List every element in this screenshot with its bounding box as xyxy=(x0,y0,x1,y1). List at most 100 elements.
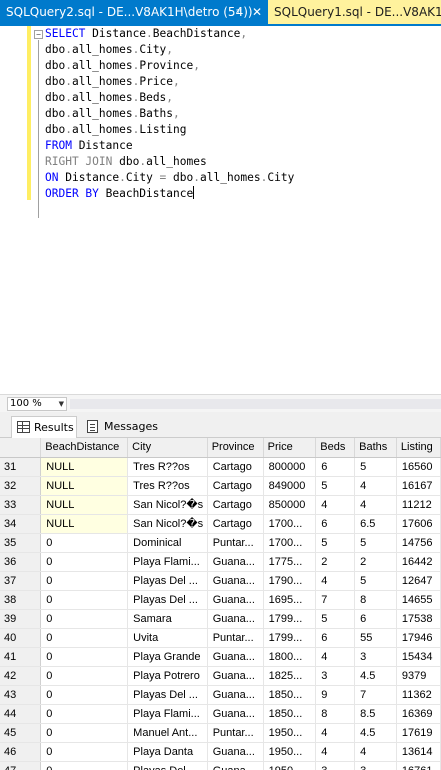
table-cell[interactable]: NULL xyxy=(40,514,129,534)
table-cell[interactable]: Playas Del ... xyxy=(127,761,208,770)
table-cell[interactable]: 849000 xyxy=(263,476,317,496)
code-line[interactable]: dbo.all_homes.Beds, xyxy=(45,90,294,106)
table-cell[interactable]: 6 xyxy=(315,457,356,477)
code-line[interactable]: dbo.all_homes.City, xyxy=(45,42,294,58)
table-cell[interactable]: Guana... xyxy=(207,704,264,724)
table-cell[interactable]: 16167 xyxy=(396,476,441,496)
table-cell[interactable]: 3 xyxy=(315,666,356,686)
table-cell[interactable]: Cartago xyxy=(207,457,264,477)
table-cell[interactable]: 6 xyxy=(315,514,356,534)
code-line[interactable]: RIGHT JOIN dbo.all_homes xyxy=(45,154,294,170)
table-cell[interactable]: 13614 xyxy=(396,742,441,762)
table-cell[interactable]: Guana... xyxy=(207,552,264,572)
table-row[interactable]: 40 0 Uvita Puntar... 1799... 6 55 17946 xyxy=(0,628,441,648)
table-cell[interactable]: Puntar... xyxy=(207,628,264,648)
table-cell[interactable]: 17606 xyxy=(396,514,441,534)
table-cell[interactable]: 1790... xyxy=(263,571,317,591)
table-cell[interactable]: 15434 xyxy=(396,647,441,667)
table-cell[interactable]: Guana... xyxy=(207,742,264,762)
table-row[interactable]: 35 0 Dominical Puntar... 1700... 5 5 14756 xyxy=(0,533,441,553)
table-cell[interactable]: 1775... xyxy=(263,552,317,572)
column-header[interactable]: Baths xyxy=(354,438,397,458)
table-cell[interactable]: NULL xyxy=(40,457,129,477)
table-cell[interactable]: Playa Potrero xyxy=(127,666,208,686)
table-cell[interactable]: 5 xyxy=(354,457,397,477)
table-cell[interactable]: 0 xyxy=(40,609,129,629)
code-line[interactable]: dbo.all_homes.Baths, xyxy=(45,106,294,122)
table-cell[interactable]: 1850... xyxy=(263,704,317,724)
table-cell[interactable]: 3 xyxy=(354,761,397,770)
table-cell[interactable]: 55 xyxy=(354,628,397,648)
pin-icon[interactable]: ⫧ xyxy=(232,0,246,24)
table-cell[interactable]: 4 xyxy=(354,742,397,762)
table-cell[interactable]: Dominical xyxy=(127,533,208,553)
table-cell[interactable]: 17619 xyxy=(396,723,441,743)
table-row[interactable]: 33 NULL San Nicol?�s Cartago 850000 4 4 11212 xyxy=(0,495,441,515)
table-cell[interactable]: Guana... xyxy=(207,647,264,667)
table-cell[interactable]: San Nicol?�s xyxy=(127,514,208,534)
query-editor[interactable]: − SELECT Distance.BeachDistance, dbo.all_… xyxy=(0,26,441,394)
table-cell[interactable]: 800000 xyxy=(263,457,317,477)
chevron-down-icon[interactable]: ▼ xyxy=(59,398,64,410)
table-cell[interactable]: 12647 xyxy=(396,571,441,591)
table-cell[interactable]: 6.5 xyxy=(354,514,397,534)
column-header[interactable]: Beds xyxy=(315,438,356,458)
code-text[interactable]: SELECT Distance.BeachDistance, dbo.all_ho… xyxy=(45,26,294,202)
code-line[interactable]: ON Distance.City = dbo.all_homes.City xyxy=(45,170,294,186)
table-cell[interactable]: 0 xyxy=(40,552,129,572)
table-cell[interactable]: 0 xyxy=(40,571,129,591)
table-cell[interactable]: Cartago xyxy=(207,514,264,534)
table-cell[interactable]: 11362 xyxy=(396,685,441,705)
table-cell[interactable]: Playas Del ... xyxy=(127,685,208,705)
table-cell[interactable]: NULL xyxy=(40,476,129,496)
table-row[interactable]: 38 0 Playas Del ... Guana... 1695... 7 8 14655 xyxy=(0,590,441,610)
table-cell[interactable]: Guana... xyxy=(207,761,264,770)
table-cell[interactable]: Cartago xyxy=(207,495,264,515)
table-cell[interactable]: 1700... xyxy=(263,533,317,553)
table-row[interactable]: 44 0 Playa Flami... Guana... 1850... 8 8.5 1636… xyxy=(0,704,441,724)
table-cell[interactable]: 9379 xyxy=(396,666,441,686)
table-cell[interactable]: 1695... xyxy=(263,590,317,610)
table-cell[interactable]: San Nicol?�s xyxy=(127,495,208,515)
table-cell[interactable]: 1799... xyxy=(263,628,317,648)
code-line[interactable]: dbo.all_homes.Listing xyxy=(45,122,294,138)
tab-sqlquery2[interactable]: SQLQuery2.sql - DE...V8AK1H\detro (54)) xyxy=(0,0,268,24)
table-cell[interactable]: 0 xyxy=(40,590,129,610)
column-header[interactable]: Province xyxy=(207,438,264,458)
table-cell[interactable]: 16442 xyxy=(396,552,441,572)
code-line[interactable]: dbo.all_homes.Province, xyxy=(45,58,294,74)
column-header[interactable]: Listing xyxy=(396,438,441,458)
table-row[interactable]: 46 0 Playa Danta Guana... 1950... 4 4 13614 xyxy=(0,742,441,762)
table-cell[interactable]: 8.5 xyxy=(354,704,397,724)
column-header[interactable]: City xyxy=(127,438,208,458)
table-row[interactable]: 34 NULL San Nicol?�s Cartago 1700... 6 6.5 1760… xyxy=(0,514,441,534)
table-cell[interactable]: 1799... xyxy=(263,609,317,629)
table-cell[interactable]: 16560 xyxy=(396,457,441,477)
table-cell[interactable]: 5 xyxy=(315,476,356,496)
tab-messages[interactable]: Messages xyxy=(82,416,162,438)
table-cell[interactable]: 0 xyxy=(40,742,129,762)
table-cell[interactable]: 0 xyxy=(40,533,129,553)
table-row[interactable]: 32 NULL Tres R??os Cartago 849000 5 4 16167 xyxy=(0,476,441,496)
table-cell[interactable]: 9 xyxy=(315,685,356,705)
table-cell[interactable]: Guana... xyxy=(207,666,264,686)
table-cell[interactable]: 4.5 xyxy=(354,723,397,743)
table-cell[interactable]: Tres R??os xyxy=(127,476,208,496)
grid-corner[interactable] xyxy=(0,438,42,458)
table-cell[interactable]: 6 xyxy=(354,609,397,629)
table-cell[interactable]: 4.5 xyxy=(354,666,397,686)
table-cell[interactable]: 850000 xyxy=(263,495,317,515)
table-cell[interactable]: 4 xyxy=(315,742,356,762)
table-cell[interactable]: 0 xyxy=(40,761,129,770)
code-line[interactable]: FROM Distance xyxy=(45,138,294,154)
results-grid[interactable]: BeachDistance City Province Price Beds Baths L… xyxy=(0,438,441,770)
table-cell[interactable]: Playas Del ... xyxy=(127,571,208,591)
table-cell[interactable]: Uvita xyxy=(127,628,208,648)
table-cell[interactable]: Samara xyxy=(127,609,208,629)
table-cell[interactable]: 0 xyxy=(40,647,129,667)
table-cell[interactable]: 11212 xyxy=(396,495,441,515)
tab-results[interactable]: Results xyxy=(11,416,77,438)
table-cell[interactable]: 16761 xyxy=(396,761,441,770)
table-cell[interactable]: Playas Del ... xyxy=(127,590,208,610)
table-cell[interactable]: 2 xyxy=(315,552,356,572)
